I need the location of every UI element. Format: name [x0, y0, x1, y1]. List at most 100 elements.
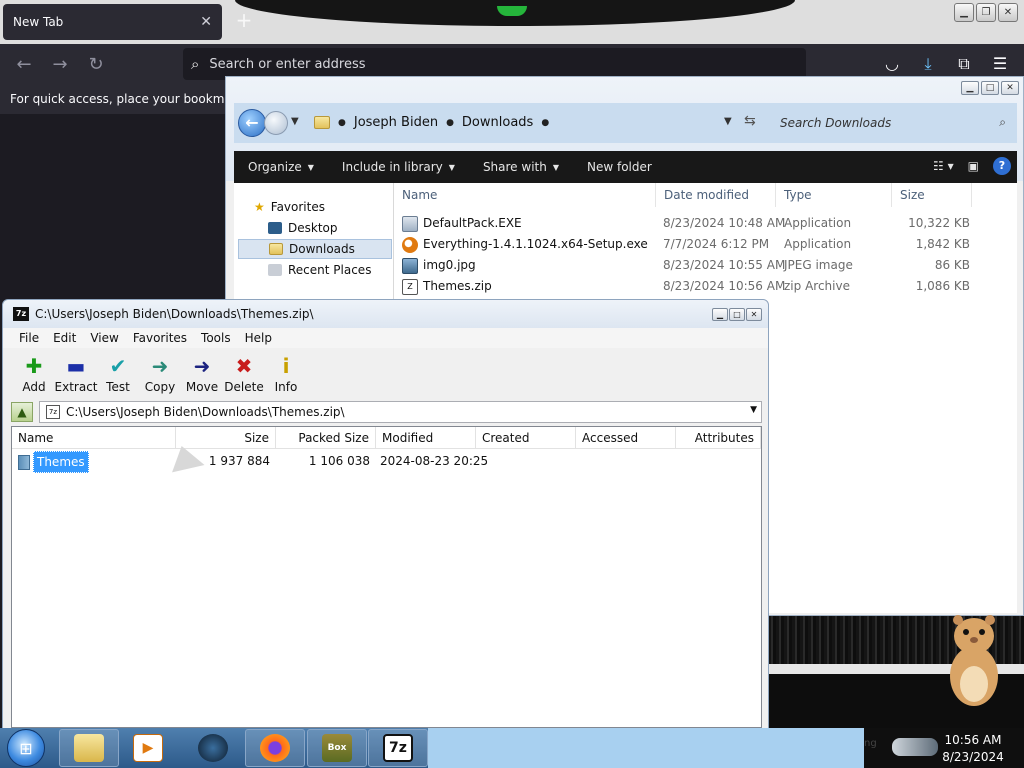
- delete-button[interactable]: ✖ Delete: [223, 348, 265, 396]
- refresh-icon[interactable]: ⇆: [744, 113, 756, 129]
- menu-view[interactable]: View: [90, 328, 118, 348]
- chevron-down-icon: ▼: [307, 162, 314, 172]
- column-header-attributes[interactable]: Attributes: [676, 427, 761, 449]
- star-icon: ★: [254, 200, 265, 214]
- close-window-icon[interactable]: ✕: [998, 3, 1018, 22]
- file-row[interactable]: img0.jpg 8/23/2024 10:55 AM JPEG image 8…: [394, 255, 1017, 276]
- nav-desktop[interactable]: Desktop: [268, 218, 338, 238]
- view-options-icon[interactable]: ☷ ▾: [933, 159, 954, 173]
- file-row[interactable]: Everything-1.4.1.1024.x64-Setup.exe 7/7/…: [394, 234, 1017, 255]
- file-date: 7/7/2024 6:12 PM: [663, 237, 770, 251]
- column-header-created[interactable]: Created: [476, 427, 576, 449]
- archive-row[interactable]: Themes 1 937 884 1 106 038 2024-08-23 20…: [12, 451, 761, 473]
- network-icon[interactable]: [892, 738, 938, 756]
- column-header-size[interactable]: Size: [892, 183, 972, 207]
- share-with-button[interactable]: Share with ▼: [469, 160, 573, 174]
- chevron-right-icon[interactable]: ●: [541, 118, 549, 128]
- tool-label: Extract: [54, 380, 98, 394]
- chevron-down-icon[interactable]: ▼: [750, 405, 757, 415]
- pocket-icon[interactable]: ◡: [881, 53, 903, 75]
- menu-file[interactable]: File: [19, 328, 39, 348]
- nav-favorites[interactable]: ★ Favorites: [254, 197, 325, 217]
- minimize-icon[interactable]: ▁: [961, 81, 979, 95]
- close-icon[interactable]: ✕: [1001, 81, 1019, 95]
- maximize-icon[interactable]: □: [981, 81, 999, 95]
- close-tab-icon[interactable]: ✕: [200, 14, 212, 30]
- taskbar-app[interactable]: [183, 729, 243, 767]
- back-icon[interactable]: ←: [13, 54, 35, 76]
- maximize-icon[interactable]: □: [729, 308, 745, 321]
- new-tab-icon[interactable]: +: [234, 10, 254, 30]
- clock[interactable]: 10:56 AM 8/23/2024: [940, 732, 1006, 766]
- recent-pages-icon[interactable]: ▼: [291, 116, 299, 127]
- minimize-icon[interactable]: ▁: [712, 308, 728, 321]
- search-input[interactable]: Search Downloads ⌕: [774, 109, 1014, 137]
- column-header-name[interactable]: Name: [394, 183, 656, 207]
- column-header-type[interactable]: Type: [776, 183, 892, 207]
- file-type: JPEG image: [784, 258, 853, 272]
- new-folder-button[interactable]: New folder: [573, 160, 666, 174]
- explorer-window-controls: ▁ □ ✕: [961, 81, 1019, 95]
- path-input[interactable]: 7z C:\Users\Joseph Biden\Downloads\Theme…: [39, 401, 762, 423]
- chevron-down-icon[interactable]: ▼: [724, 116, 732, 127]
- forward-icon[interactable]: [264, 111, 288, 135]
- chevron-right-icon[interactable]: ●: [446, 118, 454, 128]
- column-header-size[interactable]: Size: [176, 427, 276, 449]
- taskbar-7zip[interactable]: 7z: [368, 729, 428, 767]
- nav-recent-places[interactable]: Recent Places: [268, 260, 371, 280]
- menu-icon[interactable]: ☰: [989, 53, 1011, 75]
- taskbar-media-player[interactable]: ▶: [118, 729, 178, 767]
- breadcrumb-item[interactable]: Joseph Biden: [354, 115, 438, 130]
- up-folder-icon[interactable]: ▲: [11, 402, 33, 422]
- column-header-packed-size[interactable]: Packed Size: [276, 427, 376, 449]
- url-placeholder: Search or enter address: [209, 56, 366, 72]
- taskbar-firefox[interactable]: [245, 729, 305, 767]
- file-row[interactable]: Z Themes.zip 8/23/2024 10:56 AM zip Archi…: [394, 276, 1017, 297]
- extract-button[interactable]: ▬ Extract: [54, 348, 98, 396]
- chevron-right-icon[interactable]: ●: [338, 118, 346, 128]
- button-label: Include in library: [341, 160, 443, 174]
- column-header-name[interactable]: Name: [12, 427, 176, 449]
- browser-tab[interactable]: New Tab ✕: [3, 4, 222, 40]
- folder-icon: [314, 116, 330, 129]
- reload-icon[interactable]: ↻: [85, 54, 107, 76]
- taskbar-explorer[interactable]: [59, 729, 119, 767]
- breadcrumb[interactable]: ● Joseph Biden ● Downloads ●: [314, 115, 549, 130]
- forward-icon[interactable]: →: [49, 54, 71, 76]
- minimize-icon[interactable]: ▁: [954, 3, 974, 22]
- copy-button[interactable]: ➜ Copy: [139, 348, 181, 396]
- add-button[interactable]: ✚ Add: [13, 348, 55, 396]
- 7zip-title-bar[interactable]: 7z C:\Users\Joseph Biden\Downloads\Theme…: [3, 300, 768, 328]
- explorer-address-row: ← ▼ ● Joseph Biden ● Downloads ● ▼ ⇆ Sea…: [234, 103, 1017, 143]
- include-in-library-button[interactable]: Include in library ▼: [328, 160, 469, 174]
- tool-label: Delete: [224, 380, 264, 394]
- taskbar-game-box[interactable]: Box: [307, 729, 367, 767]
- clock-date: 8/23/2024: [942, 750, 1004, 764]
- organize-button[interactable]: Organize ▼: [234, 160, 328, 174]
- help-icon[interactable]: ?: [993, 157, 1011, 175]
- button-label: Organize: [248, 160, 302, 174]
- breadcrumb-item[interactable]: Downloads: [462, 115, 533, 130]
- column-header-modified[interactable]: Modified: [376, 427, 476, 449]
- back-icon[interactable]: ←: [238, 109, 266, 137]
- tray-label: ng: [864, 738, 877, 749]
- nav-downloads[interactable]: Downloads: [238, 239, 392, 259]
- preview-pane-icon[interactable]: ▣: [968, 159, 979, 173]
- move-button[interactable]: ➜ Move: [181, 348, 223, 396]
- menu-help[interactable]: Help: [245, 328, 272, 348]
- file-row[interactable]: DefaultPack.EXE 8/23/2024 10:48 AM Appli…: [394, 213, 1017, 234]
- column-header-date[interactable]: Date modified: [656, 183, 776, 207]
- info-button[interactable]: i Info: [265, 348, 307, 396]
- menu-favorites[interactable]: Favorites: [133, 328, 187, 348]
- menu-edit[interactable]: Edit: [53, 328, 76, 348]
- close-icon[interactable]: ✕: [746, 308, 762, 321]
- restore-icon[interactable]: ❐: [976, 3, 996, 22]
- test-button[interactable]: ✔ Test: [97, 348, 139, 396]
- start-button[interactable]: ⊞: [7, 729, 45, 767]
- downloads-folder-icon: [269, 243, 283, 255]
- download-icon[interactable]: ⤓: [917, 53, 939, 75]
- menu-tools[interactable]: Tools: [201, 328, 231, 348]
- command-bar: Organize ▼ Include in library ▼ Share with…: [234, 151, 1017, 183]
- extensions-icon[interactable]: ⧉: [953, 53, 975, 75]
- column-header-accessed[interactable]: Accessed: [576, 427, 676, 449]
